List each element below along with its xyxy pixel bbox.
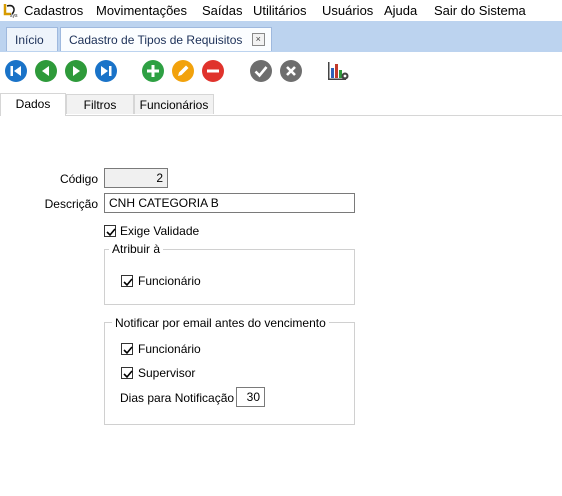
notificar-supervisor-label: Supervisor xyxy=(138,366,196,380)
last-record-icon[interactable] xyxy=(94,59,118,83)
checkmark-icon xyxy=(106,228,116,237)
menu-ajuda[interactable]: Ajuda xyxy=(384,3,417,18)
tab-inicio-label: Início xyxy=(15,33,44,47)
dias-notificacao-label: Dias para Notificação xyxy=(120,391,235,405)
report-settings-icon[interactable] xyxy=(326,59,350,83)
add-record-icon[interactable] xyxy=(141,59,165,83)
app-logo-icon: sys xyxy=(3,4,18,18)
tab-dados[interactable]: Dados xyxy=(0,93,66,116)
tab-filtros[interactable]: Filtros xyxy=(66,94,134,114)
svg-text:sys: sys xyxy=(10,13,18,18)
cancel-icon[interactable] xyxy=(279,59,303,83)
exige-validade-checkbox[interactable] xyxy=(104,225,116,237)
tab-cadastro-tipos-requisitos[interactable]: Cadastro de Tipos de Requisitos × xyxy=(60,27,272,51)
edit-record-icon[interactable] xyxy=(171,59,195,83)
notificar-funcionario-checkbox[interactable] xyxy=(121,343,133,355)
first-record-icon[interactable] xyxy=(4,59,28,83)
descricao-label: Descrição xyxy=(44,197,98,211)
menu-cadastros[interactable]: Cadastros xyxy=(24,3,83,18)
confirm-icon[interactable] xyxy=(249,59,273,83)
form-tabs: Dados Filtros Funcionários xyxy=(0,93,562,116)
toolbar xyxy=(0,52,562,92)
menu-saidas[interactable]: Saídas xyxy=(202,3,242,18)
close-tab-icon[interactable]: × xyxy=(251,33,265,47)
menu-bar: sys Cadastros Movimentações Saídas Utili… xyxy=(0,0,562,21)
menu-usuarios[interactable]: Usuários xyxy=(322,3,373,18)
delete-record-icon[interactable] xyxy=(201,59,225,83)
next-record-icon[interactable] xyxy=(64,59,88,83)
codigo-label: Código xyxy=(59,172,98,186)
document-tabstrip: Início Cadastro de Tipos de Requisitos × xyxy=(0,21,562,52)
menu-sair[interactable]: Sair do Sistema xyxy=(434,3,526,18)
dias-notificacao-input[interactable]: 30 xyxy=(236,387,265,407)
checkmark-icon xyxy=(123,370,133,379)
notificar-funcionario-label: Funcionário xyxy=(138,342,201,356)
notificar-supervisor-checkbox[interactable] xyxy=(121,367,133,379)
tab-funcionarios[interactable]: Funcionários xyxy=(134,94,214,114)
tab-inicio[interactable]: Início xyxy=(6,27,58,51)
previous-record-icon[interactable] xyxy=(34,59,58,83)
exige-validade-label: Exige Validade xyxy=(120,224,200,238)
atribuir-funcionario-checkbox[interactable] xyxy=(121,275,133,287)
atribuir-funcionario-label: Funcionário xyxy=(138,274,201,288)
menu-movimentacoes[interactable]: Movimentações xyxy=(96,3,187,18)
descricao-input[interactable]: CNH CATEGORIA B xyxy=(104,193,355,213)
tab-current-label: Cadastro de Tipos de Requisitos xyxy=(69,33,243,47)
notificar-title: Notificar por email antes do vencimento xyxy=(112,316,329,330)
codigo-field: 2 xyxy=(104,168,168,188)
checkmark-icon xyxy=(123,346,133,355)
menu-utilitarios[interactable]: Utilitários xyxy=(253,3,306,18)
atribuir-title: Atribuir à xyxy=(109,242,164,256)
checkmark-icon xyxy=(123,278,133,287)
